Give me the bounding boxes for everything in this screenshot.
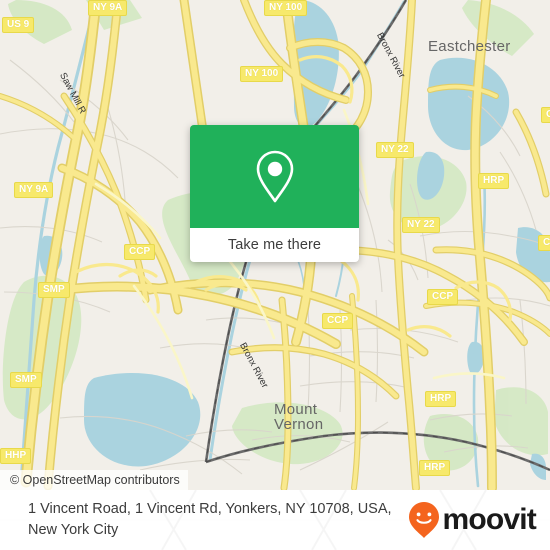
highway-shield: HRP [478, 173, 510, 189]
location-pin-icon [256, 150, 293, 202]
highway-shield: CCP [322, 313, 354, 329]
highway-shield: SMP [38, 282, 70, 298]
highway-shield: US 9 [2, 17, 35, 33]
highway-shield: HHP [0, 448, 32, 464]
map-screen: US 9 NY 9A NY 100 NY 100 NY 9A NY 22 HRP NY 22 C… [0, 0, 550, 550]
footer-address-text: 1 Vincent Road, 1 Vincent Rd, Yonkers, N… [28, 501, 392, 538]
take-me-there-label: Take me there [227, 237, 322, 253]
moovit-logo[interactable]: moovit [407, 501, 537, 539]
popup-icon-panel [190, 125, 359, 228]
highway-shield: NY 9A [88, 0, 128, 16]
osm-attribution[interactable]: © OpenStreetMap contributors [0, 470, 188, 490]
map-canvas[interactable]: US 9 NY 9A NY 100 NY 100 NY 9A NY 22 HRP NY 22 C… [0, 0, 550, 490]
highway-shield: NY 22 [402, 217, 440, 233]
popup-cta-panel[interactable]: Take me there [190, 228, 359, 262]
highway-shield: NY 22 [376, 142, 414, 158]
highway-shield: CCP [427, 289, 459, 305]
highway-shield: HRP [419, 460, 451, 476]
footer-bar: 1 Vincent Road, 1 Vincent Rd, Yonkers, N… [0, 490, 550, 550]
moovit-wordmark: moovit [442, 503, 536, 536]
highway-shield: HRP [425, 391, 457, 407]
moovit-pin-icon [409, 502, 440, 538]
highway-shield: NY 100 [240, 66, 284, 82]
highway-shield: NY 100 [264, 0, 308, 16]
highway-shield: CCP [124, 244, 156, 260]
destination-popup-card[interactable]: Take me there [190, 125, 359, 262]
highway-shield: CCP [538, 235, 550, 251]
highway-shield: SMP [10, 372, 42, 388]
highway-shield: CCP [541, 107, 550, 123]
highway-shield: NY 9A [14, 182, 54, 198]
